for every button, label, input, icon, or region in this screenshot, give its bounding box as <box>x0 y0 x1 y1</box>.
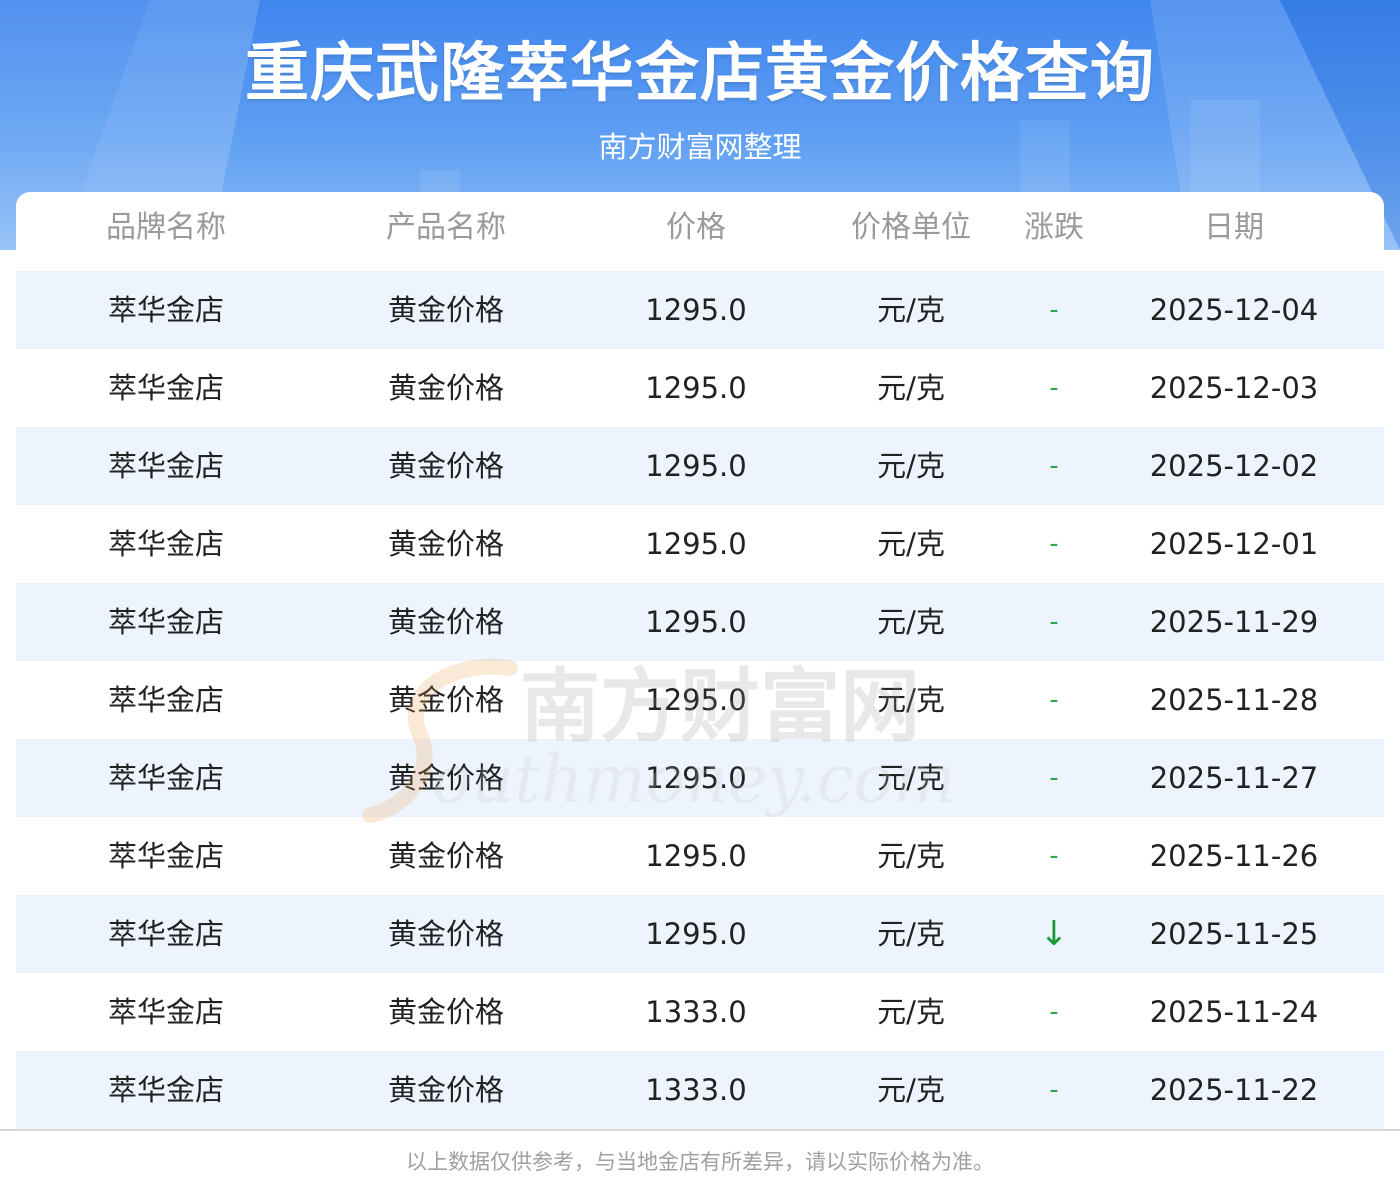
table-row: 萃华金店 黄金价格 1333.0 元/克 - 2025-11-22 <box>16 1051 1384 1129</box>
date-cell: 2025-11-25 <box>1149 917 1319 951</box>
date-cell: 2025-12-02 <box>1149 449 1319 483</box>
unit-cell: 元/克 <box>877 995 945 1029</box>
product-cell: 黄金价格 <box>387 683 504 717</box>
column-header-brand: 品牌名称 <box>106 210 226 245</box>
product-cell: 黄金价格 <box>387 605 504 639</box>
date-cell: 2025-11-26 <box>1149 839 1319 873</box>
change-cell: - <box>1049 529 1059 559</box>
column-header-product: 产品名称 <box>386 210 506 245</box>
product-cell: 黄金价格 <box>387 995 504 1029</box>
date-cell: 2025-11-28 <box>1149 683 1319 717</box>
price-cell: 1333.0 <box>645 1073 747 1107</box>
change-cell: - <box>1049 1075 1059 1105</box>
brand-cell: 萃华金店 <box>107 683 224 717</box>
product-cell: 黄金价格 <box>387 761 504 795</box>
product-cell: 黄金价格 <box>387 839 504 873</box>
footer-divider <box>0 1129 1400 1131</box>
table-row: 萃华金店 黄金价格 1295.0 元/克 - 2025-12-01 <box>16 505 1384 583</box>
unit-cell: 元/克 <box>877 449 945 483</box>
table-header: 品牌名称 产品名称 价格 价格单位 涨跌 日期 <box>16 192 1384 270</box>
change-cell: - <box>1049 373 1059 403</box>
disclaimer-text: 以上数据仅供参考，与当地金店有所差异，请以实际价格为准。 <box>406 1150 994 1174</box>
price-cell: 1333.0 <box>645 995 747 1029</box>
change-cell: - <box>1049 685 1059 715</box>
column-header-price: 价格 <box>666 210 726 245</box>
change-cell: - <box>1049 451 1059 481</box>
unit-cell: 元/克 <box>877 371 945 405</box>
table-row: 萃华金店 黄金价格 1295.0 元/克 - 2025-11-29 <box>16 583 1384 661</box>
price-cell: 1295.0 <box>645 527 747 561</box>
change-cell: - <box>1049 607 1059 637</box>
price-cell: 1295.0 <box>645 761 747 795</box>
date-cell: 2025-12-04 <box>1149 293 1319 327</box>
brand-cell: 萃华金店 <box>107 527 224 561</box>
product-cell: 黄金价格 <box>387 1073 504 1107</box>
brand-cell: 萃华金店 <box>107 761 224 795</box>
brand-cell: 萃华金店 <box>107 839 224 873</box>
brand-cell: 萃华金店 <box>107 1073 224 1107</box>
change-cell: - <box>1049 841 1059 871</box>
product-cell: 黄金价格 <box>387 527 504 561</box>
unit-cell: 元/克 <box>877 761 945 795</box>
date-cell: 2025-11-24 <box>1149 995 1319 1029</box>
page-subtitle: 南方财富网整理 <box>598 130 802 164</box>
product-cell: 黄金价格 <box>387 293 504 327</box>
unit-cell: 元/克 <box>877 839 945 873</box>
brand-cell: 萃华金店 <box>107 917 224 951</box>
table-row: 萃华金店 黄金价格 1295.0 元/克 - 2025-11-26 <box>16 817 1384 895</box>
unit-cell: 元/克 <box>877 917 945 951</box>
change-cell: - <box>1049 763 1059 793</box>
unit-cell: 元/克 <box>877 293 945 327</box>
change-cell: - <box>1049 295 1059 325</box>
page-title: 重庆武隆萃华金店黄金价格查询 <box>245 37 1155 111</box>
price-cell: 1295.0 <box>645 683 747 717</box>
table-row: 萃华金店 黄金价格 1333.0 元/克 - 2025-11-24 <box>16 973 1384 1051</box>
price-cell: 1295.0 <box>645 371 747 405</box>
unit-cell: 元/克 <box>877 683 945 717</box>
table-row: 萃华金店 黄金价格 1295.0 元/克 - 2025-11-28 <box>16 661 1384 739</box>
unit-cell: 元/克 <box>877 1073 945 1107</box>
brand-cell: 萃华金店 <box>107 293 224 327</box>
price-cell: 1295.0 <box>645 449 747 483</box>
price-cell: 1295.0 <box>645 839 747 873</box>
table-row: 萃华金店 黄金价格 1295.0 元/克 ↓ 2025-11-25 <box>16 895 1384 973</box>
column-header-date: 日期 <box>1204 210 1264 245</box>
product-cell: 黄金价格 <box>387 917 504 951</box>
product-cell: 黄金价格 <box>387 449 504 483</box>
brand-cell: 萃华金店 <box>107 449 224 483</box>
column-header-unit: 价格单位 <box>851 210 971 245</box>
brand-cell: 萃华金店 <box>107 605 224 639</box>
column-header-change: 涨跌 <box>1024 210 1084 245</box>
brand-cell: 萃华金店 <box>107 371 224 405</box>
unit-cell: 元/克 <box>877 605 945 639</box>
change-cell: - <box>1049 997 1059 1027</box>
table-row: 萃华金店 黄金价格 1295.0 元/克 - 2025-12-02 <box>16 427 1384 505</box>
date-cell: 2025-11-22 <box>1149 1073 1319 1107</box>
down-arrow-icon: ↓ <box>1039 914 1069 954</box>
product-cell: 黄金价格 <box>387 371 504 405</box>
date-cell: 2025-11-27 <box>1149 761 1319 795</box>
price-cell: 1295.0 <box>645 293 747 327</box>
table-row: 萃华金店 黄金价格 1295.0 元/克 - 2025-11-27 <box>16 739 1384 817</box>
unit-cell: 元/克 <box>877 527 945 561</box>
brand-cell: 萃华金店 <box>107 995 224 1029</box>
table-row: 萃华金店 黄金价格 1295.0 元/克 - 2025-12-03 <box>16 349 1384 427</box>
price-cell: 1295.0 <box>645 917 747 951</box>
table-row: 萃华金店 黄金价格 1295.0 元/克 - 2025-12-04 <box>16 271 1384 349</box>
price-cell: 1295.0 <box>645 605 747 639</box>
date-cell: 2025-12-01 <box>1149 527 1319 561</box>
date-cell: 2025-11-29 <box>1149 605 1319 639</box>
price-table: 品牌名称 产品名称 价格 价格单位 涨跌 日期 萃华金店 黄金价格 1295.0… <box>16 192 1384 1129</box>
date-cell: 2025-12-03 <box>1149 371 1319 405</box>
